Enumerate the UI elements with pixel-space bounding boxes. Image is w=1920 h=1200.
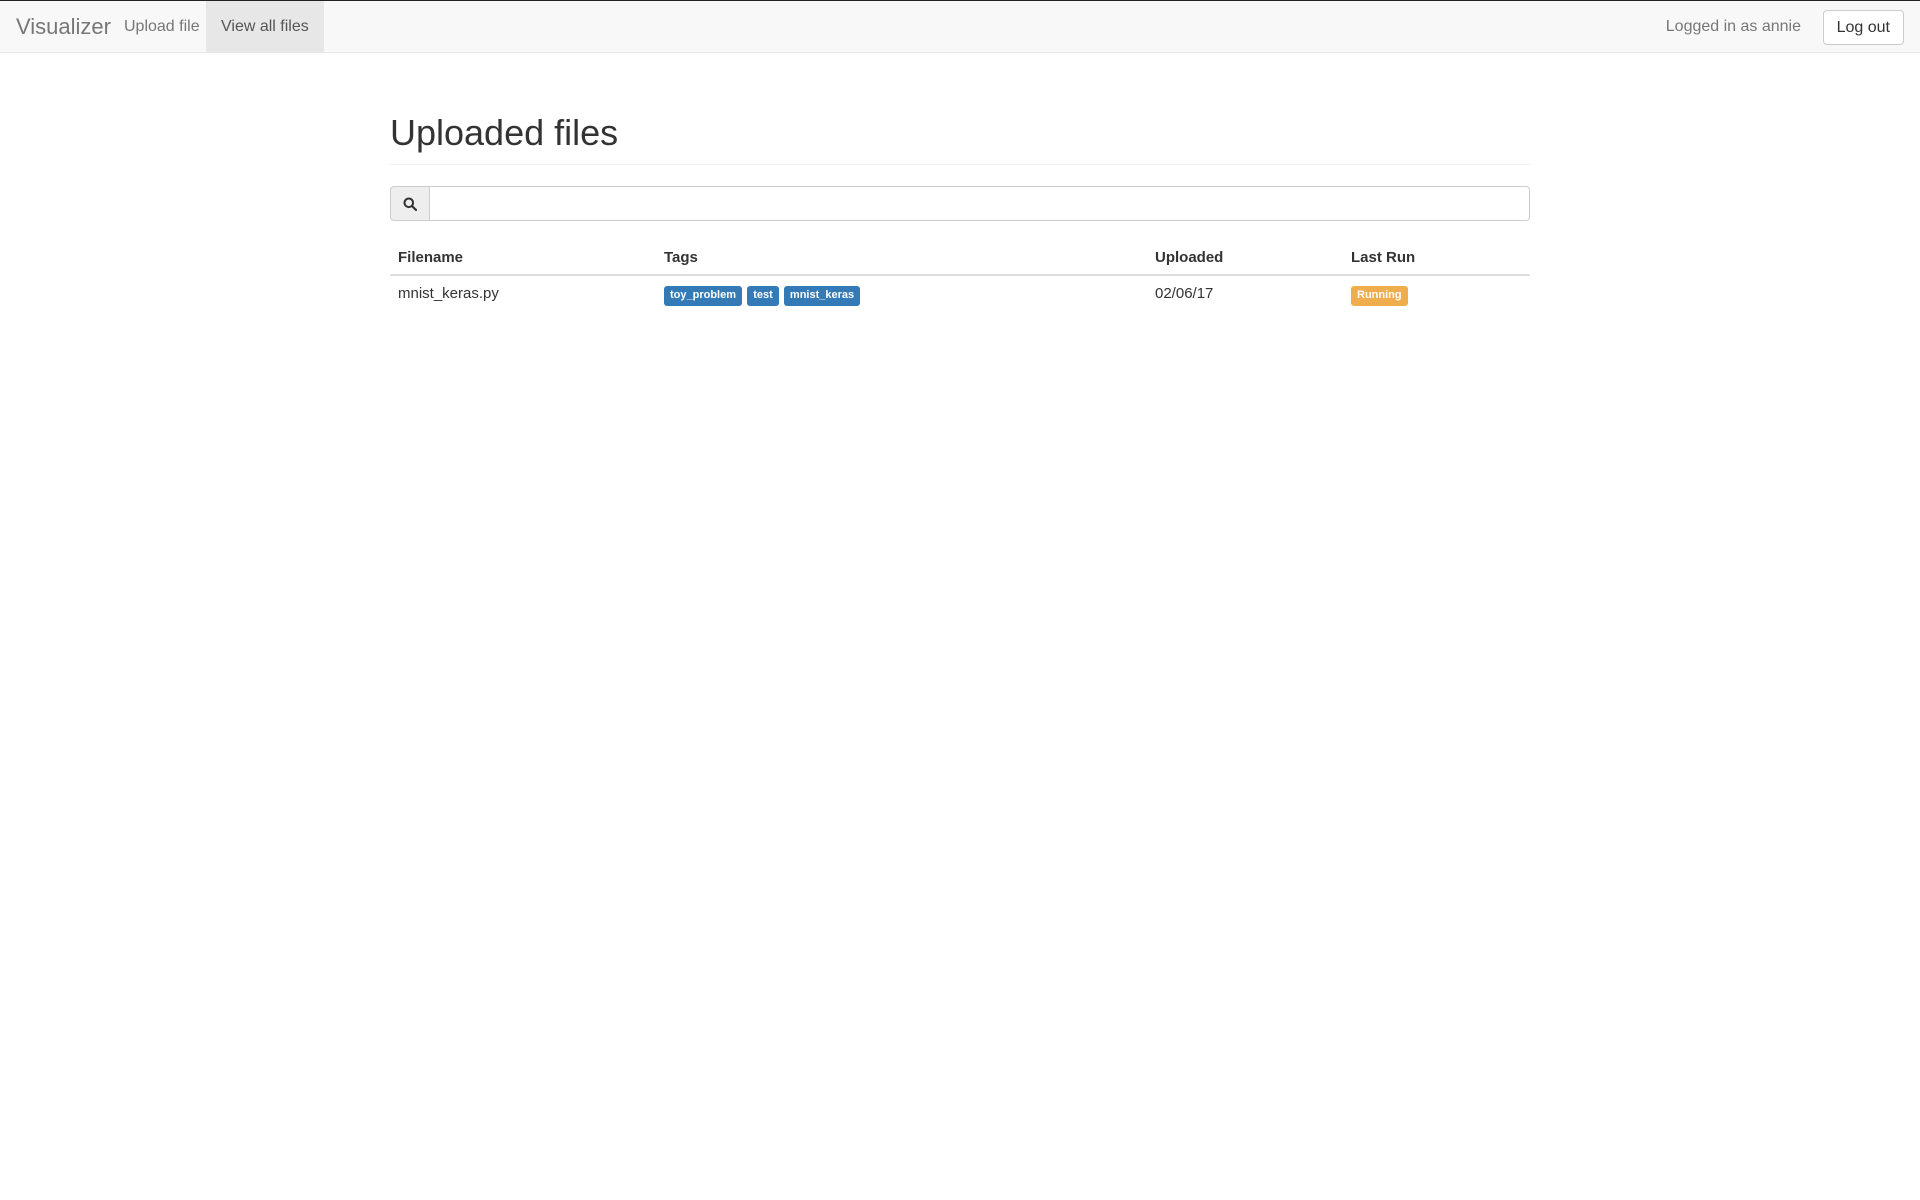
filename-cell[interactable]: mnist_keras.py xyxy=(390,275,656,315)
tag-badge[interactable]: toy_problem xyxy=(664,286,743,306)
uploaded-cell: 02/06/17 xyxy=(1155,285,1214,302)
nav-view-all-files[interactable]: View all files xyxy=(206,1,324,53)
brand-link[interactable]: Visualizer xyxy=(16,1,111,53)
search-group xyxy=(390,186,1530,221)
navbar: Visualizer Upload file View all files Lo… xyxy=(0,0,1920,53)
table-row[interactable]: mnist_keras.py toy_problem test mnist_ke… xyxy=(390,275,1530,315)
logout-button[interactable]: Log out xyxy=(1822,10,1904,45)
table-header-row: Filename Tags Uploaded Last Run xyxy=(390,239,1530,276)
status-badge: Running xyxy=(1351,286,1408,306)
header-tags[interactable]: Tags xyxy=(656,239,1147,276)
nav-upload-file[interactable]: Upload file xyxy=(109,1,215,53)
tag-badge[interactable]: test xyxy=(747,286,779,306)
last-run-cell: Running xyxy=(1343,275,1530,315)
page-title: Uploaded files xyxy=(390,53,1530,165)
header-uploaded[interactable]: Uploaded xyxy=(1147,239,1343,276)
tag-badge[interactable]: mnist_keras xyxy=(783,286,861,306)
main-container: Uploaded files Filename Tags Uploaded La… xyxy=(390,53,1530,306)
header-filename[interactable]: Filename xyxy=(390,239,656,276)
header-last-run[interactable]: Last Run xyxy=(1343,239,1530,276)
files-table: Filename Tags Uploaded Last Run mnist_ke… xyxy=(390,239,1530,315)
search-input[interactable] xyxy=(430,186,1530,221)
logged-in-text: Logged in as annie xyxy=(1665,18,1801,35)
tags-cell: toy_problem test mnist_keras xyxy=(656,275,1147,315)
search-icon xyxy=(390,186,430,221)
